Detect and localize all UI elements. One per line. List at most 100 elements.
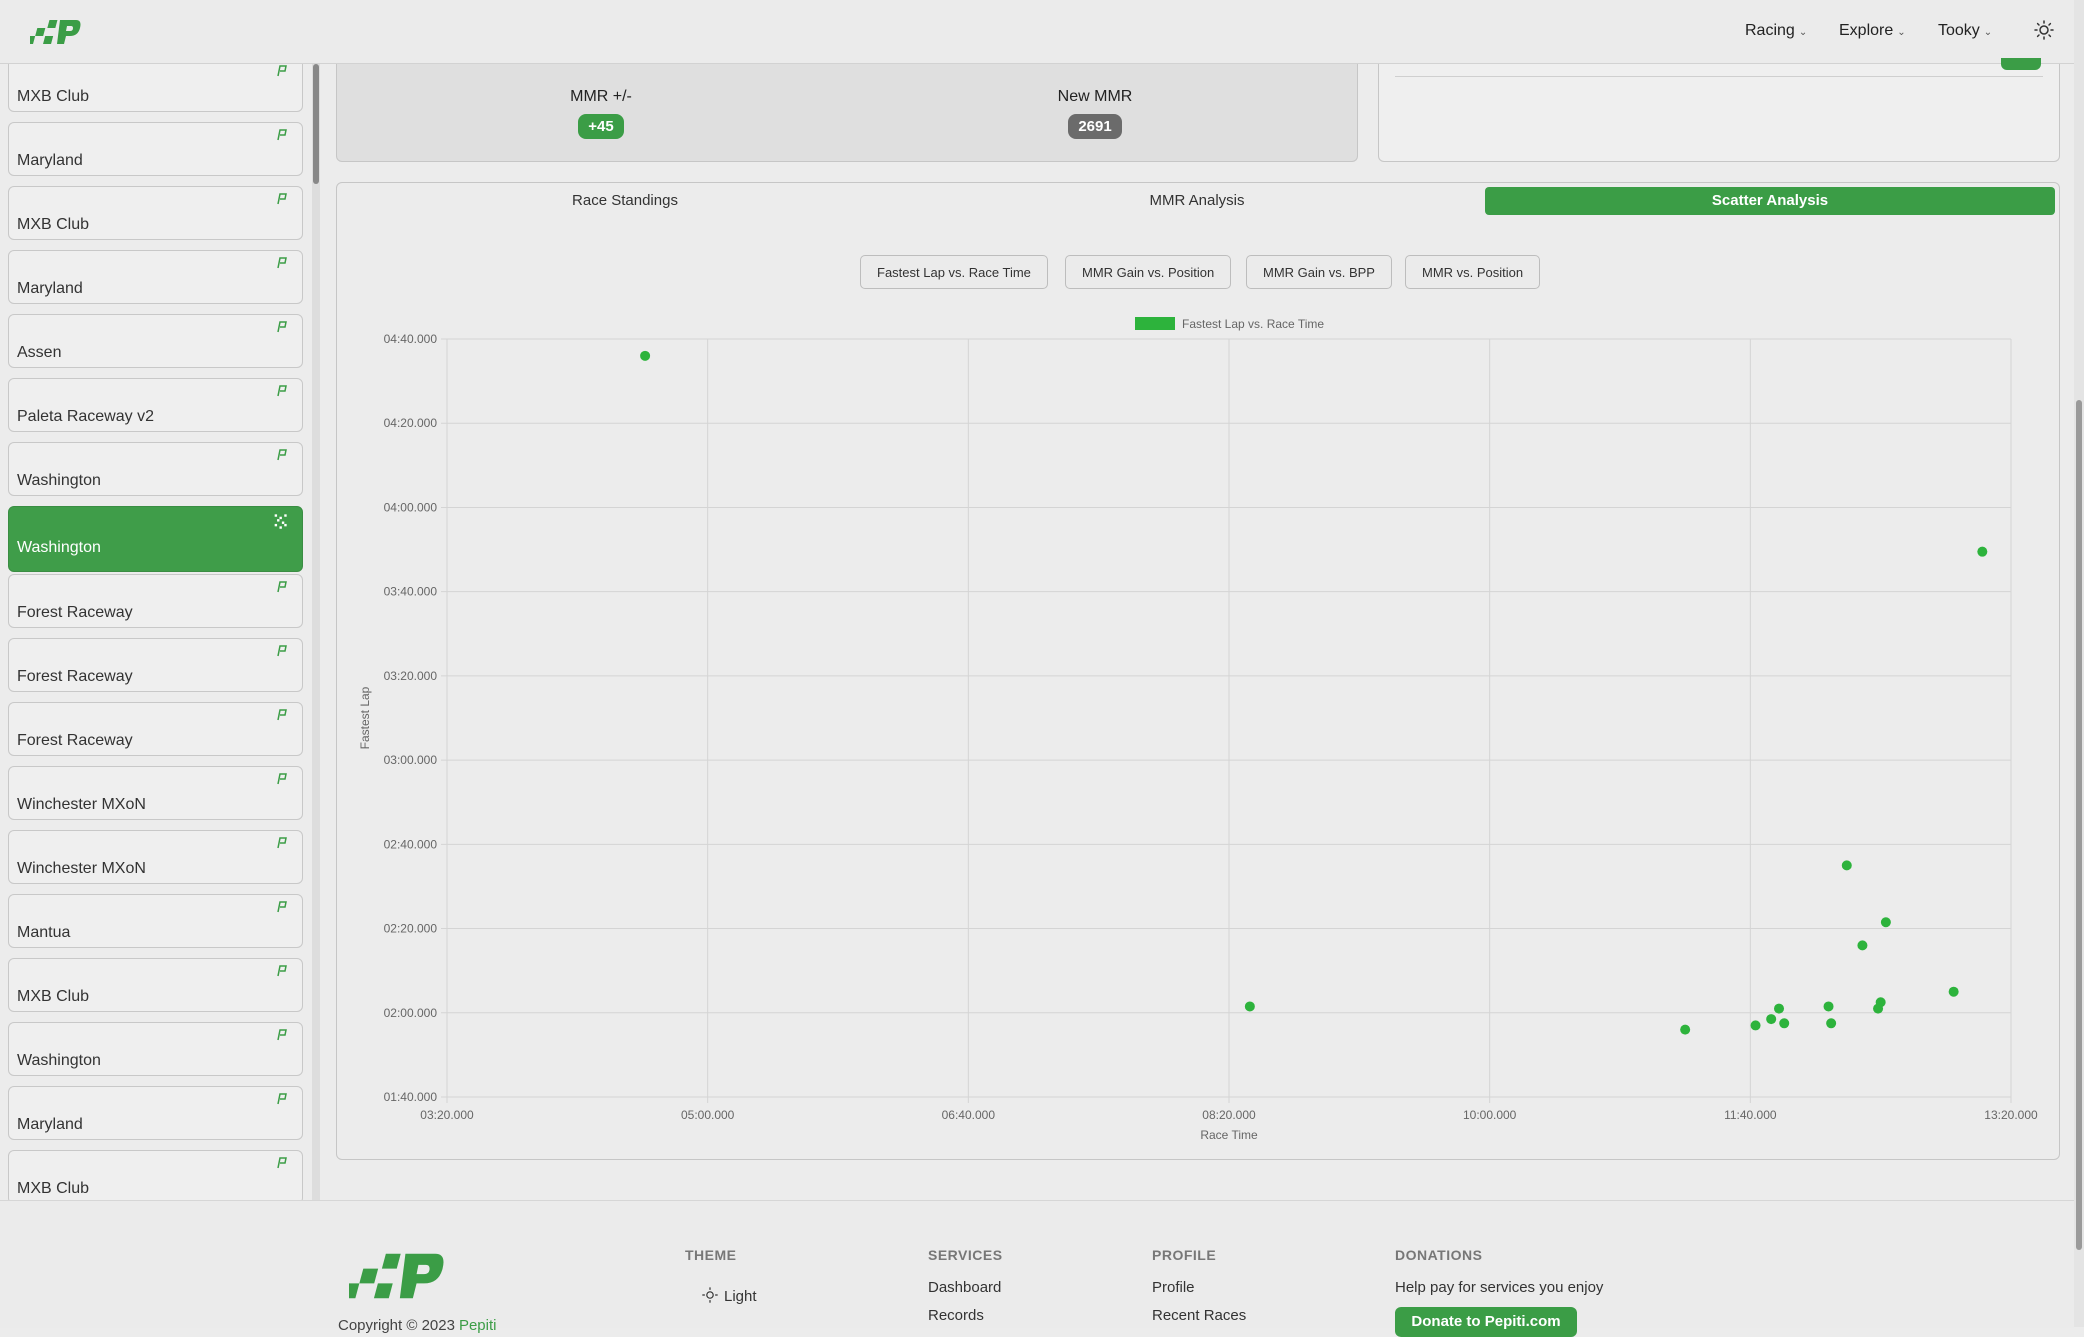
sidebar-track-item[interactable]: MXB Club — [8, 958, 303, 1012]
y-tick-label: 02:00.000 — [384, 1006, 438, 1020]
nav-explore-dropdown[interactable]: Explore ⌄ — [1839, 22, 1906, 40]
nav-racing-dropdown[interactable]: Racing ⌄ — [1745, 22, 1807, 40]
track-name: MXB Club — [17, 88, 90, 105]
sidebar-track-item[interactable]: Winchester MXoN — [8, 766, 303, 820]
y-tick-label: 04:00.000 — [384, 500, 438, 514]
divider — [1395, 76, 2043, 77]
scatter-point — [1875, 997, 1886, 1008]
sidebar-track-item[interactable]: Mantua — [8, 894, 303, 948]
flag-icon — [277, 193, 287, 205]
sidebar-track-item[interactable]: Maryland — [8, 250, 303, 304]
flag-icon — [277, 129, 287, 141]
theme-heading: THEME — [685, 1247, 737, 1263]
new-mmr-badge: 2691 — [1068, 114, 1122, 139]
x-tick-label: 05:00.000 — [681, 1108, 735, 1122]
checkered-flag-icon — [274, 514, 287, 529]
track-name: Maryland — [17, 152, 83, 169]
scatter-point — [1977, 546, 1988, 557]
track-name: Forest Raceway — [17, 732, 133, 749]
scatter-point — [1244, 1001, 1255, 1012]
status-pill — [2001, 58, 2041, 70]
track-name: Maryland — [17, 280, 83, 297]
sidebar-track-item[interactable]: MXB Club — [8, 64, 303, 112]
footer-link-profile[interactable]: Profile — [1152, 1279, 1195, 1296]
sidebar-scrollbar[interactable] — [312, 64, 320, 1200]
pepiti-logo[interactable] — [30, 18, 82, 46]
details-card — [1378, 58, 2060, 162]
scatter-point — [640, 350, 651, 361]
footer-link-dashboard[interactable]: Dashboard — [928, 1279, 1001, 1296]
flag-icon — [277, 1029, 287, 1041]
scatter-point — [1841, 860, 1852, 871]
copyright-text: Copyright © 2023 — [338, 1317, 455, 1334]
track-sidebar: MXB Club Maryland MXB Club Maryland Assen Pal… — [0, 64, 320, 1200]
donations-heading: DONATIONS — [1395, 1247, 1483, 1263]
sidebar-track-item[interactable]: Washington — [8, 442, 303, 496]
scatter-point — [1826, 1018, 1837, 1029]
footer-link-recent-races[interactable]: Recent Races — [1152, 1307, 1246, 1324]
scatter-point — [1680, 1024, 1691, 1035]
sidebar-track-item[interactable]: Washington — [8, 506, 303, 572]
flag-icon — [277, 449, 287, 461]
new-mmr-stat: New MMR 2691 — [995, 88, 1195, 139]
x-tick-label: 03:20.000 — [420, 1108, 474, 1122]
x-tick-label: 06:40.000 — [942, 1108, 996, 1122]
legend-label: Fastest Lap vs. Race Time — [1182, 317, 1324, 331]
flag-icon — [277, 321, 287, 333]
flag-icon — [277, 901, 287, 913]
sidebar-track-item[interactable]: Winchester MXoN — [8, 830, 303, 884]
sidebar-track-item[interactable]: Washington — [8, 1022, 303, 1076]
profile-heading: PROFILE — [1152, 1247, 1217, 1263]
x-tick-label: 10:00.000 — [1463, 1108, 1517, 1122]
y-axis-label: Fastest Lap — [358, 686, 372, 749]
sidebar-track-item[interactable]: Maryland — [8, 1086, 303, 1140]
nav-explore-label: Explore — [1839, 22, 1894, 39]
chevron-down-icon: ⌄ — [1798, 27, 1808, 38]
track-name: MXB Club — [17, 988, 90, 1005]
track-name: Winchester MXoN — [17, 796, 146, 813]
track-name: Maryland — [17, 1116, 83, 1133]
x-tick-label: 11:40.000 — [1724, 1108, 1777, 1122]
sidebar-track-item[interactable]: Forest Raceway — [8, 574, 303, 628]
flag-icon — [277, 65, 287, 77]
flag-icon — [277, 1157, 287, 1169]
x-tick-label: 08:20.000 — [1202, 1108, 1256, 1122]
sidebar-scrollbar-thumb[interactable] — [313, 64, 319, 184]
sidebar-track-item[interactable]: MXB Club — [8, 186, 303, 240]
scatter-chart: 03:20.000 05:00.000 06:40.000 08:20.000 10:0… — [358, 317, 2038, 1142]
y-tick-label: 03:40.000 — [384, 585, 438, 599]
footer-link-records[interactable]: Records — [928, 1307, 984, 1324]
scatter-point — [1857, 940, 1868, 951]
track-name: Paleta Raceway v2 — [17, 408, 154, 425]
theme-light-option[interactable]: Light — [702, 1287, 757, 1305]
track-name: Assen — [17, 344, 62, 361]
flag-icon — [277, 773, 287, 785]
chevron-down-icon: ⌄ — [1983, 27, 1993, 38]
mmr-summary-card: MMR +/- +45 New MMR 2691 — [336, 64, 1358, 162]
track-name: Winchester MXoN — [17, 860, 146, 877]
y-tick-label: 01:40.000 — [384, 1090, 438, 1104]
mmr-change-stat: MMR +/- +45 — [501, 88, 701, 139]
flag-icon — [277, 645, 287, 657]
page-scrollbar-thumb[interactable] — [2076, 400, 2082, 1250]
copyright-link[interactable]: Pepiti — [459, 1317, 497, 1334]
nav-user-label: Tooky — [1938, 22, 1980, 39]
flag-icon — [277, 837, 287, 849]
sidebar-track-item[interactable]: MXB Club — [8, 1150, 303, 1200]
track-name: MXB Club — [17, 1180, 90, 1197]
sidebar-track-item[interactable]: Assen — [8, 314, 303, 368]
scatter-point — [1750, 1020, 1761, 1031]
page-scrollbar[interactable] — [2074, 0, 2084, 1327]
sidebar-track-item[interactable]: Forest Raceway — [8, 702, 303, 756]
pepiti-logo[interactable] — [349, 1250, 447, 1302]
track-name: MXB Club — [17, 216, 90, 233]
flag-icon — [277, 709, 287, 721]
sun-icon[interactable] — [2034, 20, 2054, 40]
donate-button[interactable]: Donate to Pepiti.com — [1395, 1307, 1577, 1337]
sidebar-track-item[interactable]: Maryland — [8, 122, 303, 176]
sidebar-track-item[interactable]: Paleta Raceway v2 — [8, 378, 303, 432]
nav-user-dropdown[interactable]: Tooky ⌄ — [1938, 22, 1992, 40]
sidebar-track-item[interactable]: Forest Raceway — [8, 638, 303, 692]
analysis-panel: Race Standings MMR Analysis Scatter Anal… — [336, 182, 2060, 1160]
theme-light-label: Light — [724, 1288, 757, 1305]
